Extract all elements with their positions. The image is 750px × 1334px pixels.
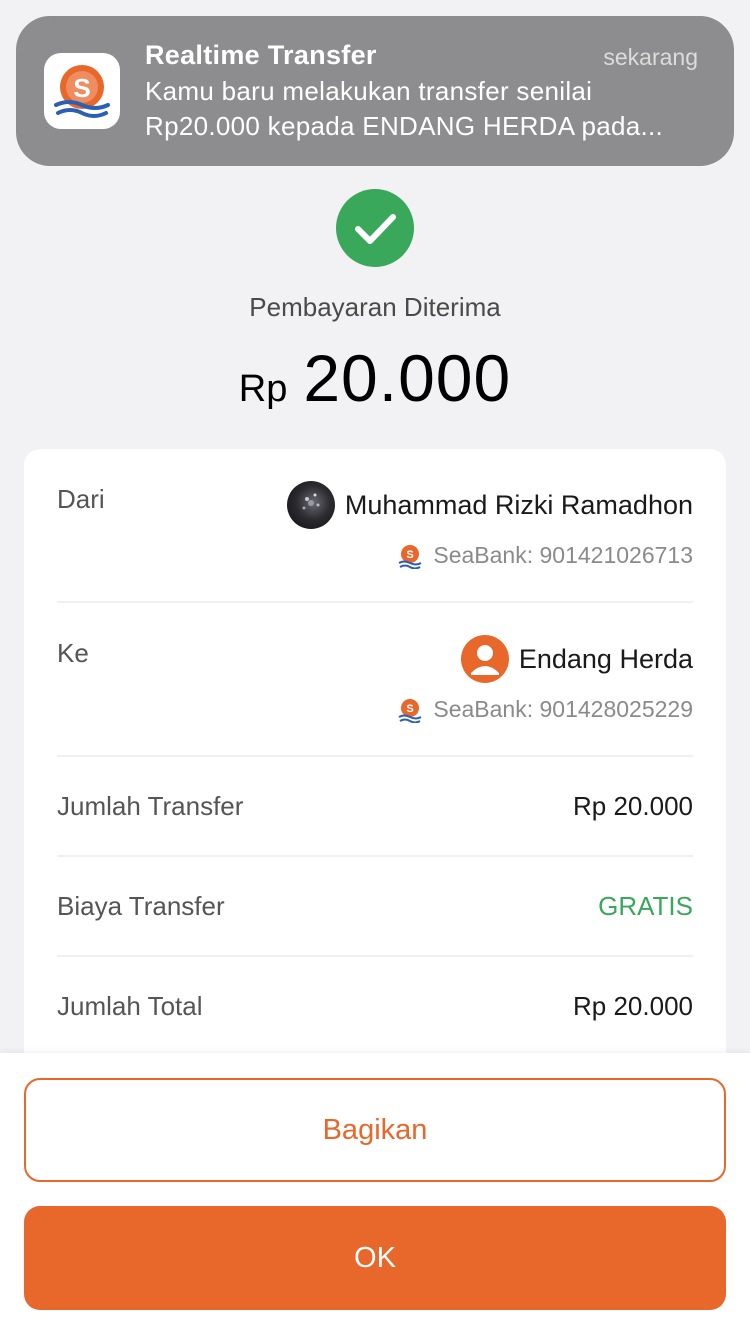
transfer-amount-value: Rp 20.000 <box>573 791 693 821</box>
to-label: Ke <box>57 638 89 668</box>
payment-status: Pembayaran Diterima <box>249 292 501 322</box>
transfer-fee-value: GRATIS <box>598 891 693 921</box>
total-amount-value: Rp 20.000 <box>573 991 693 1021</box>
seabank-mini-icon: S <box>397 697 423 723</box>
payment-amount: Rp 20.000 <box>0 340 750 416</box>
recipient-account: SeaBank: 901428025229 <box>433 696 693 722</box>
sender-bank: S SeaBank: 901421026713 <box>397 542 693 569</box>
sender-name: Muhammad Rizki Ramadhon <box>344 489 693 520</box>
transfer-details-card: Dari Muhammad Rizki Ramadhon S SeaBank: … <box>24 449 726 1149</box>
notification-body: Kamu baru melakukan transfer senilai Rp2… <box>145 74 705 144</box>
recipient-avatar <box>460 635 509 683</box>
check-icon <box>355 214 396 244</box>
success-badge <box>336 189 414 267</box>
recipient: Endang Herda <box>460 635 693 683</box>
from-label: Dari <box>57 484 105 514</box>
seabank-logo-icon: S <box>44 53 120 129</box>
seabank-mini-icon: S <box>397 543 423 569</box>
svg-text:S: S <box>73 73 90 103</box>
total-amount-label: Jumlah Total <box>57 991 203 1021</box>
action-panel: Bagikan OK <box>0 1053 750 1334</box>
svg-text:S: S <box>407 703 414 715</box>
amount-currency: Rp <box>238 368 288 410</box>
share-button[interactable]: Bagikan <box>24 1078 726 1182</box>
notification-time: sekarang <box>603 44 698 70</box>
notification-line-2: Rp20.000 kepada ENDANG HERDA pada... <box>145 111 664 141</box>
transfer-amount-label: Jumlah Transfer <box>57 791 244 821</box>
notification-title: Realtime Transfer <box>145 40 377 70</box>
ok-button[interactable]: OK <box>24 1206 726 1310</box>
transfer-receipt-screen: S Realtime Transfer sekarang Kamu baru m… <box>0 0 750 1334</box>
divider <box>57 855 693 857</box>
recipient-bank: S SeaBank: 901428025229 <box>397 696 693 723</box>
svg-text:S: S <box>407 549 414 561</box>
divider <box>57 755 693 757</box>
amount-value: 20.000 <box>303 341 512 415</box>
sender: Muhammad Rizki Ramadhon <box>286 481 693 529</box>
transfer-fee-label: Biaya Transfer <box>57 891 225 921</box>
divider <box>57 601 693 603</box>
notification-line-1: Kamu baru melakukan transfer senilai <box>145 76 593 106</box>
notification-banner[interactable]: S Realtime Transfer sekarang Kamu baru m… <box>16 16 734 166</box>
divider <box>57 955 693 957</box>
user-icon <box>470 645 499 675</box>
sender-account: SeaBank: 901421026713 <box>433 542 693 568</box>
recipient-name: Endang Herda <box>518 643 693 674</box>
sender-avatar <box>286 481 335 529</box>
